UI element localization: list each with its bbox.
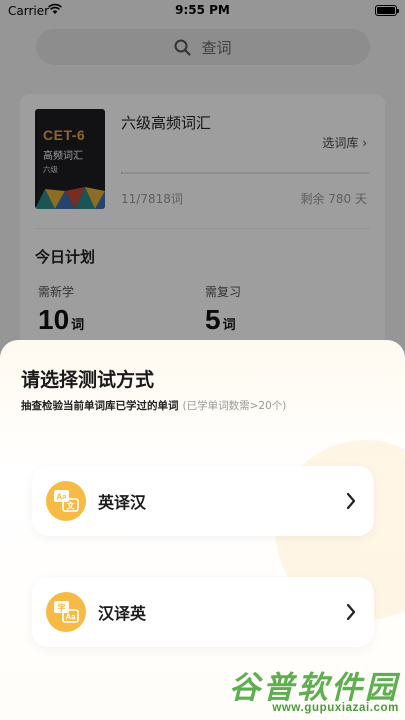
option-label: 英译汉 — [98, 493, 147, 512]
svg-text:Aa: Aa — [65, 613, 76, 622]
chevron-right-icon — [346, 603, 356, 621]
watermark-logo: 谷普软件园 www.gupuxiazai.com — [217, 662, 399, 716]
chevron-right-icon — [346, 492, 356, 510]
sheet-subtitle: 抽查检验当前单词库已学过的单词 (已学单词数需>20个) — [21, 400, 287, 412]
svg-text:Aa: Aa — [56, 493, 67, 502]
sheet-note: (已学单词数需>20个) — [182, 400, 287, 412]
watermark-url: www.gupuxiazai.com — [272, 702, 399, 714]
option-en-to-zh[interactable]: Aa 文 英译汉 — [32, 466, 374, 536]
option-zh-to-en[interactable]: 字 Aa 汉译英 — [32, 577, 374, 647]
option-label: 汉译英 — [98, 604, 147, 623]
zh-to-en-translate-icon: 字 Aa — [46, 592, 86, 632]
en-to-zh-translate-icon: Aa 文 — [46, 481, 86, 521]
sheet-title: 请选择测试方式 — [21, 369, 155, 391]
svg-text:字: 字 — [58, 603, 66, 613]
watermark-text: 谷普软件园 — [229, 670, 399, 706]
svg-text:文: 文 — [67, 501, 76, 511]
